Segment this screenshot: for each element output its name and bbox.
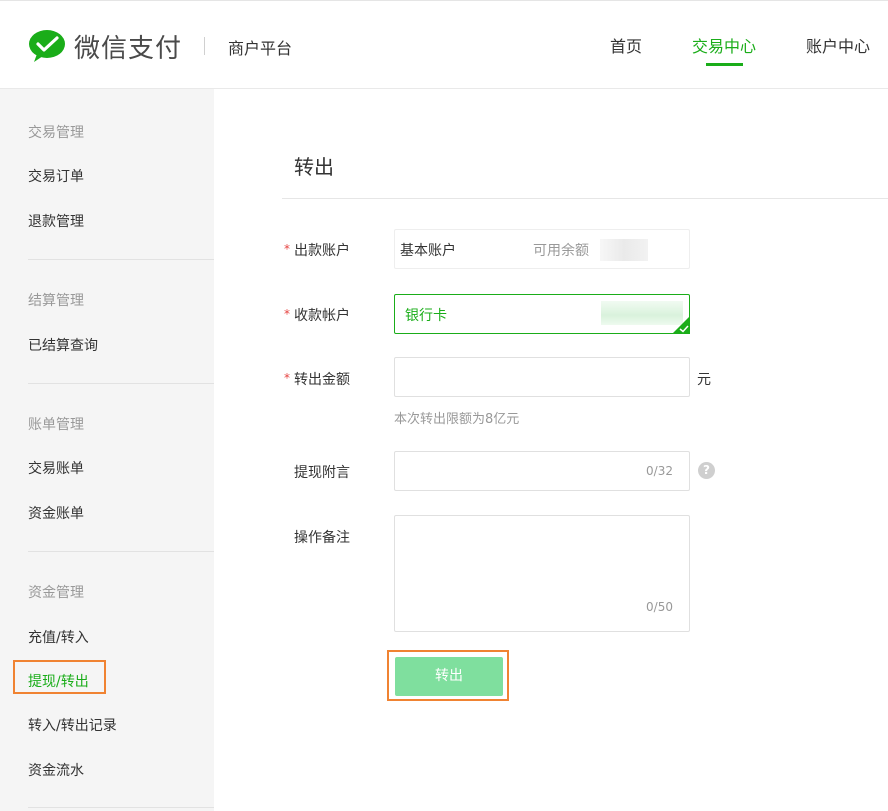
selected-check-icon [672, 316, 690, 334]
nav-account-center[interactable]: 账户中心 [806, 33, 870, 57]
sidebar-divider [28, 259, 214, 260]
bank-card-redacted [601, 301, 683, 325]
title-divider [282, 198, 888, 199]
sidebar-item-refund-management[interactable]: 退款管理 [28, 211, 84, 231]
required-mark: * [284, 242, 290, 256]
platform-name: 商户平台 [228, 39, 293, 58]
receive-account-label: 收款帐户 [294, 308, 350, 324]
top-header: 微信支付 商户平台 首页 交易中心 账户中心 [0, 0, 888, 89]
sidebar-group-settlement: 结算管理 [28, 293, 84, 309]
sidebar-group-transaction: 交易管理 [28, 125, 84, 141]
withdraw-note-label: 提现附言 [294, 465, 350, 481]
sidebar-divider [28, 807, 214, 808]
required-mark: * [284, 371, 290, 385]
nav-home[interactable]: 首页 [610, 33, 642, 57]
brand-divider [204, 37, 205, 55]
sidebar-item-transaction-bill[interactable]: 交易账单 [28, 458, 84, 478]
amount-input[interactable] [394, 357, 690, 397]
sidebar-divider [28, 383, 214, 384]
sidebar-item-transaction-orders[interactable]: 交易订单 [28, 166, 84, 186]
page-title: 转出 [294, 155, 334, 179]
receive-account-value: 银行卡 [405, 308, 447, 324]
receive-account-option-bank-card[interactable]: 银行卡 [394, 294, 690, 334]
balance-redacted [600, 239, 648, 261]
sidebar-item-recharge-transfer-in[interactable]: 充值/转入 [28, 627, 89, 647]
nav-transaction-center[interactable]: 交易中心 [692, 33, 756, 57]
help-question-icon[interactable]: ? [698, 462, 715, 479]
withdraw-note-counter: 0/32 [646, 464, 673, 478]
amount-limit-hint: 本次转出限额为8亿元 [394, 412, 520, 427]
wechat-pay-logo-icon [29, 30, 65, 62]
required-mark: * [284, 307, 290, 321]
sidebar-group-funds: 资金管理 [28, 585, 84, 601]
amount-unit: 元 [697, 372, 711, 388]
nav-active-indicator [706, 63, 743, 66]
remark-counter: 0/50 [646, 600, 673, 614]
payout-account-label: 出款账户 [294, 243, 350, 259]
withdraw-note-input[interactable]: 0/32 [394, 451, 690, 491]
payout-account-value: 基本账户 [400, 243, 456, 259]
payout-account-select[interactable]: 基本账户 可用余额 [394, 229, 690, 269]
remark-label: 操作备注 [294, 530, 350, 546]
sidebar-item-transfer-records[interactable]: 转入/转出记录 [28, 715, 117, 735]
remark-textarea[interactable]: 0/50 [394, 515, 690, 632]
available-balance-label: 可用余额 [533, 243, 589, 259]
sidebar-item-fund-bill[interactable]: 资金账单 [28, 503, 84, 523]
sidebar-divider [28, 551, 214, 552]
sidebar-item-settled-query[interactable]: 已结算查询 [28, 335, 98, 355]
sidebar-group-bills: 账单管理 [28, 417, 84, 433]
amount-label: 转出金额 [294, 372, 350, 388]
transfer-out-button[interactable]: 转出 [395, 657, 503, 696]
sidebar-item-fund-flow[interactable]: 资金流水 [28, 760, 84, 780]
sidebar: 交易管理 交易订单 退款管理 结算管理 已结算查询 账单管理 交易账单 资金账单… [0, 89, 214, 811]
brand-name: 微信支付 [74, 34, 183, 64]
active-item-highlight-outline [13, 660, 106, 694]
